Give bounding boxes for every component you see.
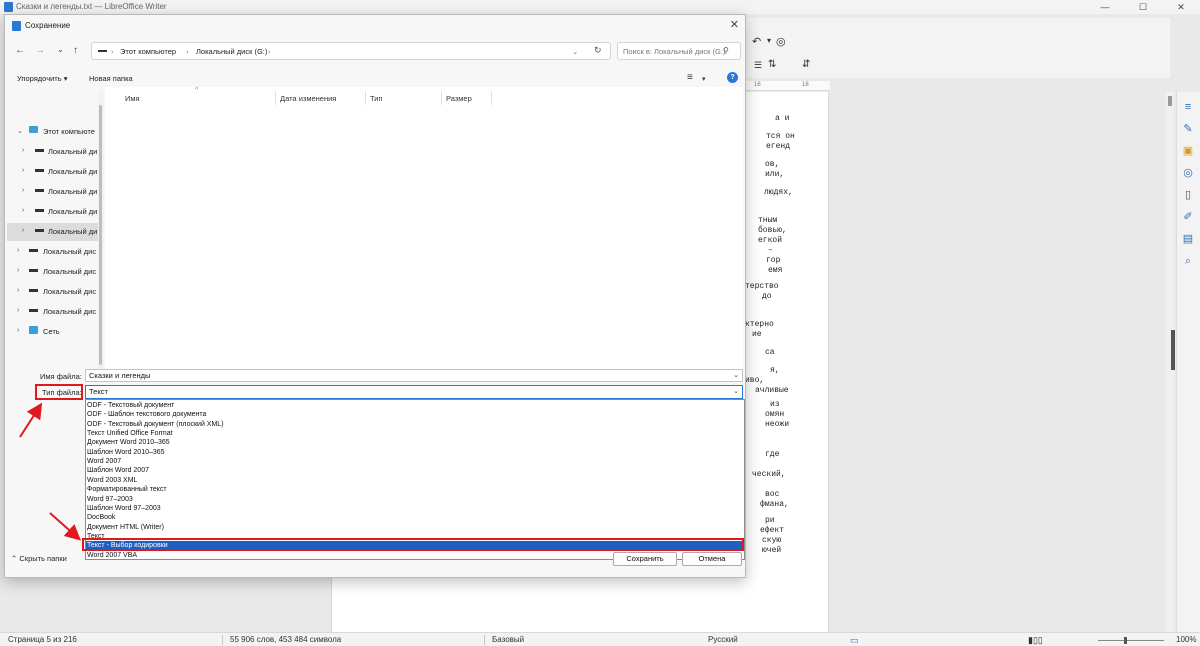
- annotation-arrow: [19, 402, 43, 438]
- annotation-arrow: [49, 512, 81, 541]
- annotation-arrows: [19, 402, 81, 541]
